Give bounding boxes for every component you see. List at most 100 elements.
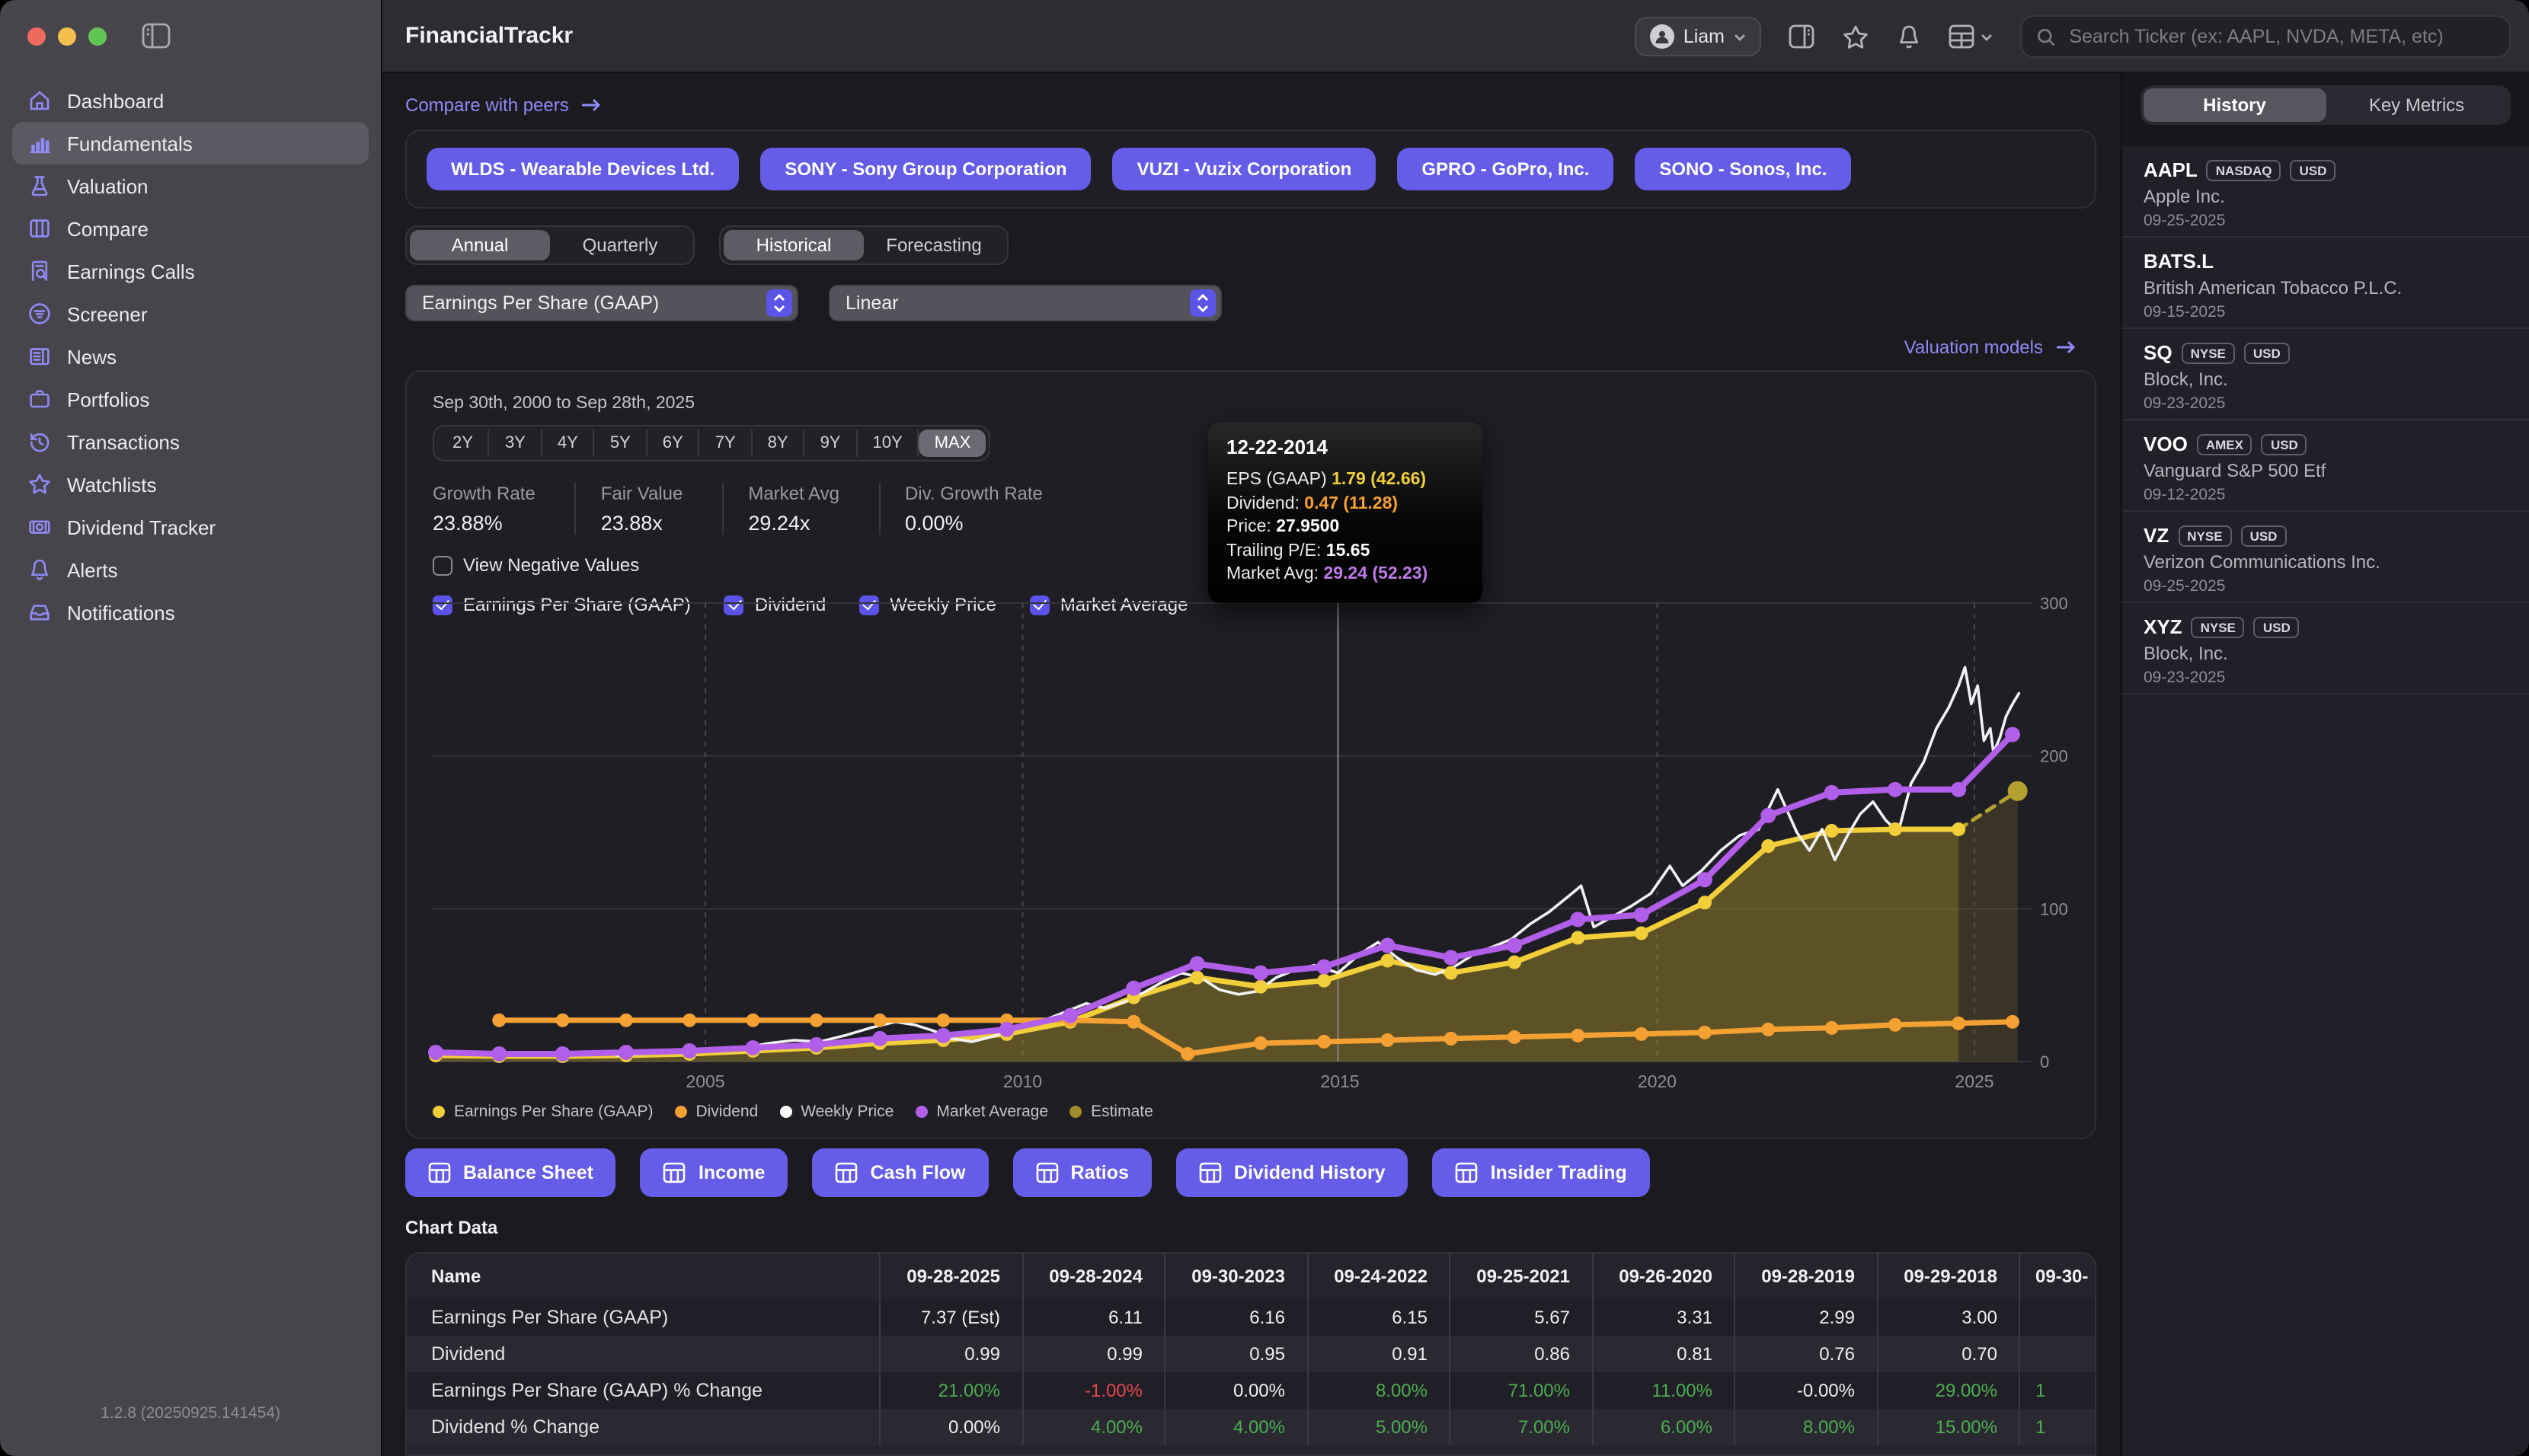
row-value: 4.00% [1164,1409,1306,1445]
row-value: 3.00 [1876,1299,2019,1336]
sidebar-item-transactions[interactable]: Transactions [12,420,369,463]
column-header: 09-26-2020 [1591,1253,1734,1299]
row-value: 0.00% [1164,1372,1306,1409]
tooltip-row: Trailing P/E: 15.65 [1226,540,1464,564]
history-item-aapl[interactable]: AAPLNASDAQUSDApple Inc.09-25-2025 [2122,146,2529,238]
sidebar-item-dashboard[interactable]: Dashboard [12,79,369,122]
ratios-button[interactable]: Ratios [1013,1148,1152,1197]
tooltip-row: EPS (GAAP) 1.79 (42.66) [1226,469,1464,493]
price-chart[interactable]: 010020030020052010201520202025 [407,594,2090,1100]
peer-button-vuzi[interactable]: VUZI - Vuzix Corporation [1113,148,1376,190]
range-button-6y[interactable]: 6Y [647,429,700,457]
tab-key-metrics[interactable]: Key Metrics [2326,88,2508,122]
tooltip-row: Market Avg: 29.24 (52.23) [1226,564,1464,587]
stepper-icon [1190,289,1216,317]
range-button-8y[interactable]: 8Y [753,429,805,457]
sidebar-item-watchlists[interactable]: Watchlists [12,463,369,506]
row-value: 0.76 [1734,1336,1876,1372]
table-title: Chart Data [405,1217,2096,1238]
view-tabs: HistoricalForecasting [719,225,1009,265]
sidebar-item-dividend-tracker[interactable]: Dividend Tracker [12,506,369,548]
chart-data-table[interactable]: Name09-28-202509-28-202409-30-202309-24-… [405,1252,2096,1456]
user-menu[interactable]: Liam [1635,17,1761,56]
income-button[interactable]: Income [641,1148,788,1197]
svg-text:0: 0 [2040,1052,2049,1071]
search-input[interactable] [2066,24,2494,49]
peer-button-sony[interactable]: SONY - Sony Group Corporation [760,148,1091,190]
history-item-voo[interactable]: VOOAMEXUSDVanguard S&P 500 Etf09-12-2025 [2122,420,2529,512]
history-item-sq[interactable]: SQNYSEUSDBlock, Inc.09-23-2025 [2122,329,2529,420]
range-button-3y[interactable]: 3Y [490,429,542,457]
notifications-bell-icon[interactable] [1897,24,1921,49]
stat-growth-rate: Growth Rate23.88% [433,483,575,535]
exchange-badge: USD [2244,342,2290,363]
row-value: 0.95 [1164,1336,1306,1372]
row-value: 2.99 [1734,1299,1876,1336]
table-row: Dividend % Change0.00%4.00%4.00%5.00%7.0… [407,1409,2096,1445]
briefcase-icon [27,387,52,411]
column-header: 09-28-2024 [1022,1253,1164,1299]
peer-button-wlds[interactable]: WLDS - Wearable Devices Ltd. [427,148,739,190]
compare-with-peers-link[interactable]: Compare with peers [405,94,2096,116]
balance-sheet-button[interactable]: Balance Sheet [405,1148,616,1197]
sidebar-item-screener[interactable]: Screener [12,292,369,335]
row-value: 5.67 [1449,1299,1591,1336]
range-button-max[interactable]: MAX [919,429,986,457]
exchange-badge: NYSE [2192,616,2245,637]
valuation-models-link[interactable]: Valuation models [405,335,2096,359]
row-value: 6.00% [1591,1409,1734,1445]
sidebar-item-notifications[interactable]: Notifications [12,591,369,634]
stepper-icon [766,289,792,317]
close-button[interactable] [27,27,46,46]
sidebar-item-earnings-calls[interactable]: Earnings Calls [12,250,369,292]
favorites-star-icon[interactable] [1842,24,1869,49]
tab-history[interactable]: History [2144,88,2326,122]
sidebar: DashboardFundamentalsValuationCompareEar… [0,0,382,1456]
range-button-10y[interactable]: 10Y [858,429,919,457]
zoom-button[interactable] [88,27,107,46]
sidebar-item-alerts[interactable]: Alerts [12,548,369,591]
legend-item: Dividend [674,1103,758,1121]
row-value: 8.00% [1306,1372,1449,1409]
sidebar-item-valuation[interactable]: Valuation [12,164,369,207]
tab-quarterly[interactable]: Quarterly [550,230,690,260]
sidebar-toggle-icon[interactable] [142,23,171,56]
table-view-menu[interactable] [1949,24,1993,49]
range-button-7y[interactable]: 7Y [700,429,753,457]
history-item-vz[interactable]: VZNYSEUSDVerizon Communications Inc.09-2… [2122,512,2529,603]
tab-forecasting[interactable]: Forecasting [864,230,1004,260]
history-item-xyz[interactable]: XYZNYSEUSDBlock, Inc.09-23-2025 [2122,603,2529,694]
tab-annual[interactable]: Annual [410,230,550,260]
cash-icon [27,515,52,539]
sidebar-item-compare[interactable]: Compare [12,207,369,250]
insider-trading-button[interactable]: Insider Trading [1433,1148,1650,1197]
search-box [2020,15,2511,58]
view-negative-checkbox[interactable]: View Negative Values [433,554,639,576]
star-icon [27,472,52,497]
sidebar-item-portfolios[interactable]: Portfolios [12,378,369,420]
scale-select[interactable]: Linear [829,285,1222,321]
table-grid-icon [1949,24,1974,49]
sidebar-item-news[interactable]: News [12,335,369,378]
table-grid-icon [835,1162,858,1183]
column-header: 09-24-2022 [1306,1253,1449,1299]
history-item-bats.l[interactable]: BATS.LBritish American Tobacco P.L.C.09-… [2122,238,2529,329]
search-icon [2037,27,2055,46]
sidebar-item-fundamentals[interactable]: Fundamentals [12,122,369,164]
table-row: Earnings Per Share (GAAP)7.37 (Est)6.116… [407,1299,2096,1336]
range-button-5y[interactable]: 5Y [595,429,647,457]
avatar [1650,24,1674,49]
tab-historical[interactable]: Historical [724,230,864,260]
row-value: 4.00% [1022,1409,1164,1445]
range-button-9y[interactable]: 9Y [805,429,858,457]
cash-flow-button[interactable]: Cash Flow [812,1148,988,1197]
minimize-button[interactable] [58,27,76,46]
panel-toggle-icon[interactable] [1789,24,1814,49]
range-button-2y[interactable]: 2Y [437,429,490,457]
dividend-history-button[interactable]: Dividend History [1176,1148,1408,1197]
metric-select[interactable]: Earnings Per Share (GAAP) [405,285,798,321]
peer-button-gpro[interactable]: GPRO - GoPro, Inc. [1397,148,1613,190]
row-value: 0.99 [1022,1336,1164,1372]
range-button-4y[interactable]: 4Y [542,429,595,457]
peer-button-sono[interactable]: SONO - Sonos, Inc. [1635,148,1851,190]
